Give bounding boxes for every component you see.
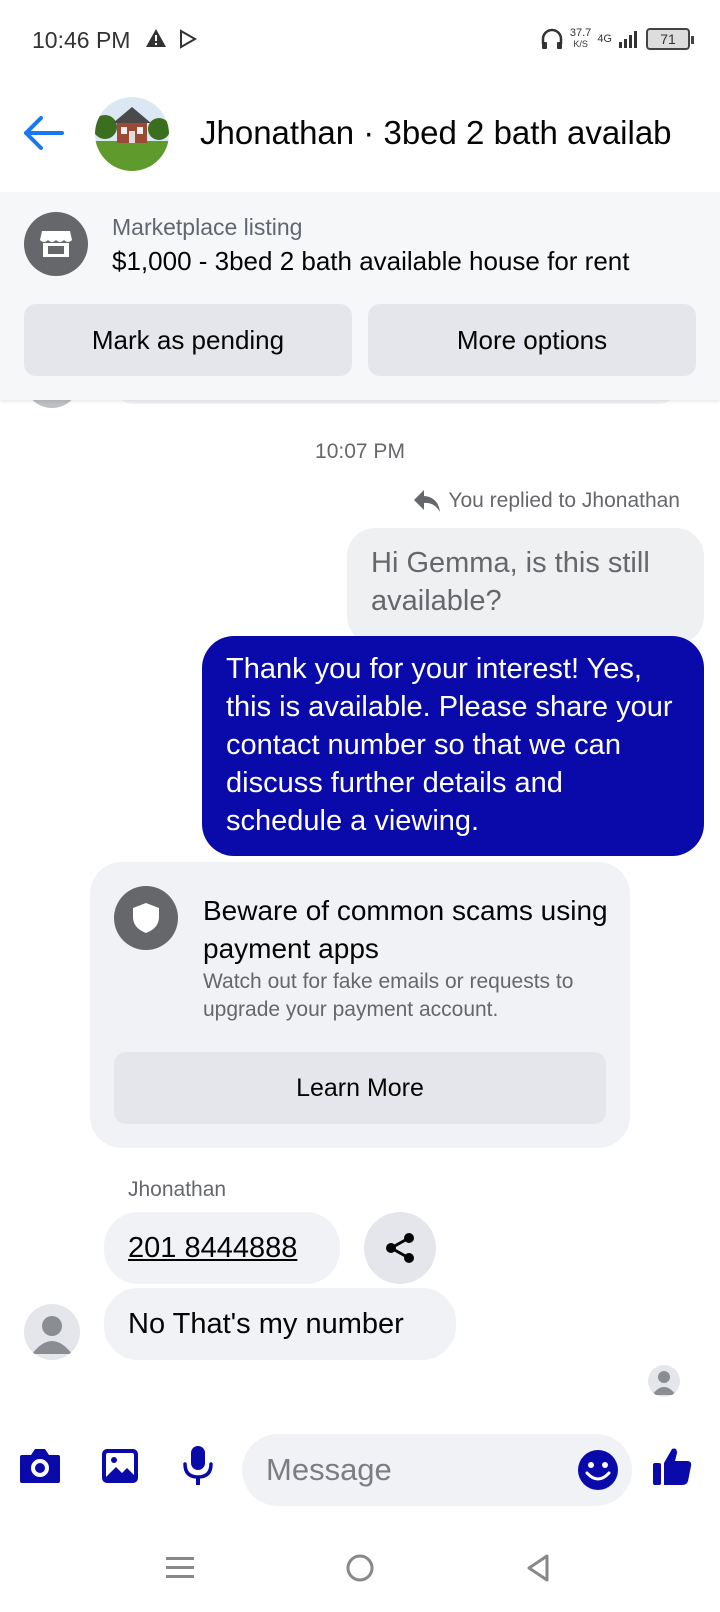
chat-title[interactable]: Jhonathan · 3bed 2 bath availab — [200, 114, 672, 152]
message-timestamp: 10:07 PM — [315, 440, 405, 463]
chat-header: Jhonathan · 3bed 2 bath availab — [0, 80, 720, 188]
camera-icon[interactable] — [16, 1442, 64, 1490]
listing-avatar[interactable] — [95, 97, 169, 171]
message-input[interactable] — [242, 1434, 632, 1506]
listing-label: Marketplace listing — [112, 214, 303, 240]
sent-message-bubble[interactable]: Thank you for your interest! Yes, this i… — [202, 636, 704, 856]
shield-icon — [114, 886, 178, 950]
network-type: 4G — [597, 32, 612, 45]
incoming-message[interactable]: No That's my number — [104, 1288, 456, 1360]
storefront-icon — [24, 212, 88, 276]
warning-body: Watch out for fake emails or requests to… — [203, 970, 574, 1021]
menu-icon[interactable] — [156, 1544, 204, 1592]
reply-note-text: You replied to Jhonathan — [448, 489, 680, 512]
home-circle-icon[interactable] — [336, 1544, 384, 1592]
share-icon — [386, 1233, 414, 1263]
more-options-button[interactable]: More options — [368, 304, 696, 376]
share-button[interactable] — [364, 1212, 436, 1284]
speed-value: 37.7 — [569, 27, 592, 39]
phone-number-message[interactable]: 201 8444888 — [104, 1212, 340, 1284]
sender-name: Jhonathan — [128, 1178, 227, 1201]
house-photo-icon — [95, 97, 169, 171]
status-time: 10:46 PM — [32, 27, 131, 53]
back-arrow-icon[interactable] — [20, 110, 66, 156]
warning-icon — [146, 29, 166, 47]
speed-unit: K/S — [573, 39, 588, 49]
network-speed: 37.7 K/S — [570, 28, 591, 50]
reply-arrow-icon — [414, 490, 441, 512]
listing-price-title[interactable]: $1,000 - 3bed 2 bath available house for… — [112, 246, 630, 277]
person-icon — [652, 1371, 676, 1395]
marketplace-listing-panel: Marketplace listing $1,000 - 3bed 2 bath… — [0, 192, 720, 400]
status-bar: 10:46 PM 37.7 K/S 4G 71 — [0, 0, 720, 80]
image-icon[interactable] — [96, 1442, 144, 1490]
message-composer — [0, 1420, 720, 1520]
person-icon — [32, 1316, 72, 1354]
system-navigation-bar — [0, 1520, 720, 1612]
headphones-icon — [541, 28, 563, 49]
reply-note: You replied to Jhonathan — [412, 488, 680, 514]
warning-title: Beware of common scams using payment app… — [203, 895, 608, 964]
scam-warning-card: Beware of common scams using payment app… — [90, 862, 630, 1148]
microphone-icon[interactable] — [174, 1442, 222, 1490]
battery-indicator: 71 — [646, 28, 694, 50]
quoted-message[interactable]: Hi Gemma, is this still available? — [347, 528, 704, 644]
sender-avatar[interactable] — [24, 1304, 80, 1360]
emoji-icon[interactable] — [576, 1448, 620, 1492]
seen-indicator-avatar — [648, 1365, 680, 1397]
learn-more-button[interactable]: Learn More — [114, 1052, 606, 1124]
status-right: 37.7 K/S 4G 71 — [540, 24, 694, 54]
play-store-icon — [180, 29, 198, 49]
signal-icon — [619, 31, 637, 48]
thumbs-up-icon[interactable] — [648, 1442, 696, 1490]
back-triangle-icon[interactable] — [514, 1544, 562, 1592]
mark-as-pending-button[interactable]: Mark as pending — [24, 304, 352, 376]
